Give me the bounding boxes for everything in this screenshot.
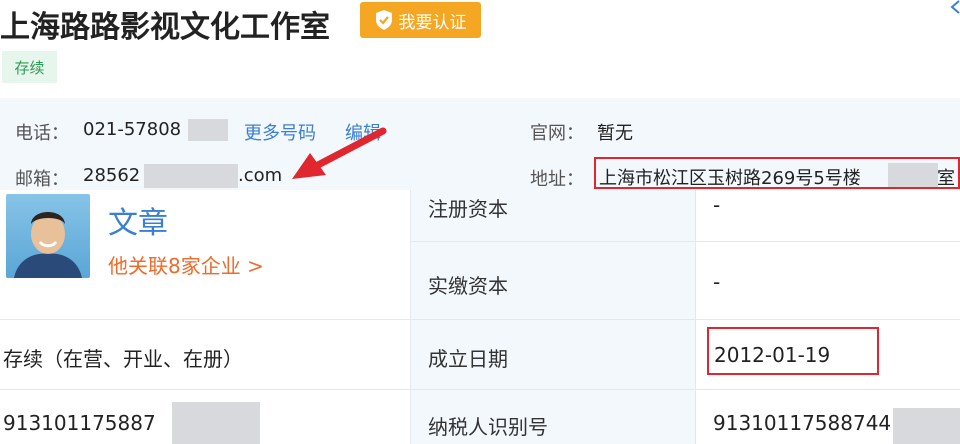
table-label-column [410,190,695,444]
table-divider [0,319,960,320]
shield-check-icon [375,10,392,30]
registered-capital-label: 注册资本 [428,197,508,221]
phone-value: 021-57808 [83,119,182,140]
person-name[interactable]: 文章 [108,198,168,242]
address-redaction [888,163,938,187]
credit-code-value: 913101175887 [3,411,156,435]
registered-capital-value: - [713,193,721,217]
paid-capital-label: 实缴资本 [428,274,508,298]
taxpayer-id-label: 纳税人识别号 [428,415,548,439]
credit-code-redaction [172,402,260,444]
email-label: 邮箱： [15,169,69,190]
taxpayer-id-value: 91310117588744 [713,411,892,435]
address-value: 上海市松江区玉树路269号5号楼 [599,168,861,189]
website-label: 官网： [530,123,584,144]
chevron-left-icon[interactable] [948,0,960,14]
email-redaction [144,164,238,188]
email-suffix: .com [238,165,283,186]
certify-button-label: 我要认证 [398,12,467,33]
certify-button[interactable]: 我要认证 [360,2,481,38]
status-tag: 存续 [2,51,57,83]
table-divider [410,190,411,444]
website-value: 暂无 [597,123,633,144]
table-divider [410,241,960,242]
company-name: 上海路路影视文化工作室 [0,10,330,45]
taxpayer-id-redaction [893,408,960,444]
phone-redaction [188,119,228,141]
email-prefix: 28562 [83,165,141,186]
phone-label: 电话： [15,123,69,144]
paid-capital-value: - [713,270,721,294]
operating-status-value: 存续（在营、开业、在册） [3,347,243,371]
table-divider [695,190,696,444]
founded-date-value: 2012-01-19 [714,343,831,367]
avatar [6,194,90,278]
founded-date-label: 成立日期 [428,347,508,371]
table-divider [0,389,960,390]
related-companies-link[interactable]: 他关联8家企业 > [108,250,264,279]
address-suffix: 室 [937,168,955,189]
red-arrow-icon [292,127,387,179]
address-label: 地址： [530,169,584,190]
